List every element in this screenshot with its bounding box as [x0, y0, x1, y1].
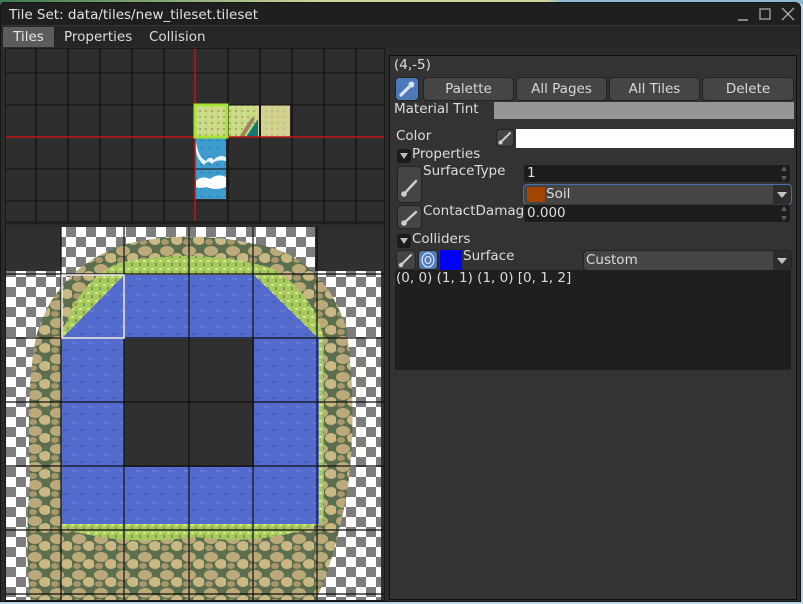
- palette-divider[interactable]: [6, 221, 385, 224]
- brush-icon: [401, 179, 418, 197]
- tile-inspector-panel: (4,-5) Palette All Pages All Tiles Delet…: [389, 55, 797, 600]
- surfacetype-label: SurfaceType: [423, 163, 506, 179]
- tile-palette-grid[interactable]: [6, 49, 385, 224]
- properties-section-label: Properties: [412, 146, 481, 162]
- eyedropper-icon: [399, 81, 415, 97]
- soil-color-swatch: [527, 187, 545, 202]
- all-pages-button[interactable]: All Pages: [516, 77, 607, 101]
- chevron-down-icon[interactable]: [773, 185, 791, 204]
- color-label: Color: [396, 128, 432, 144]
- palette-tiles: [194, 105, 290, 199]
- tile-collision-view[interactable]: [6, 227, 385, 601]
- tileset-window: Tile Set: data/tiles/new_tileset.tileset…: [0, 2, 801, 602]
- color-brush-button[interactable]: [496, 129, 514, 147]
- palette-button[interactable]: Palette: [423, 77, 514, 101]
- eyedropper-button[interactable]: [395, 77, 419, 101]
- all-tiles-button[interactable]: All Tiles: [609, 77, 700, 101]
- contactdamage-input[interactable]: 0.000: [523, 204, 791, 223]
- collider-brush-button[interactable]: [396, 250, 416, 270]
- material-tint-label: Material Tint: [394, 101, 479, 117]
- window-title: Tile Set: data/tiles/new_tileset.tileset: [9, 7, 258, 23]
- collider-shape-value: Custom: [586, 252, 638, 268]
- brush-icon: [498, 132, 511, 145]
- collider-name-label: Surface: [463, 248, 515, 264]
- title-bar[interactable]: Tile Set: data/tiles/new_tileset.tileset: [1, 3, 800, 26]
- chevron-down-icon[interactable]: [773, 251, 791, 270]
- palette-tile-water[interactable]: [195, 137, 226, 199]
- colliders-section-label: Colliders: [412, 231, 471, 247]
- collider-shape-icon: [421, 252, 435, 268]
- close-icon[interactable]: [780, 6, 796, 22]
- tab-collision[interactable]: Collision: [139, 27, 216, 47]
- surfacetype-dropdown-value: Soil: [546, 186, 571, 202]
- surfacetype-spinner[interactable]: [780, 166, 789, 181]
- collider-shape-dropdown[interactable]: Custom: [583, 250, 792, 271]
- tab-bar: Tiles Properties Collision: [1, 26, 800, 47]
- surfacetype-dropdown[interactable]: Soil: [523, 184, 792, 205]
- collider-shape-button[interactable]: [418, 250, 438, 270]
- collider-color-swatch[interactable]: [440, 250, 462, 271]
- properties-collapse-toggle[interactable]: [397, 149, 411, 163]
- collider-points-list[interactable]: (0, 0) (1, 1) (1, 0) [0, 1, 2]: [395, 270, 791, 370]
- surfacetype-value: 1: [527, 165, 536, 181]
- minimize-icon[interactable]: [735, 6, 751, 22]
- palette-tile-selected[interactable]: [194, 105, 226, 137]
- contactdamage-brush-button[interactable]: [397, 205, 422, 229]
- delete-button[interactable]: Delete: [702, 77, 794, 101]
- surfacetype-input[interactable]: 1: [523, 164, 791, 183]
- color-swatch[interactable]: [516, 129, 794, 148]
- collider-points-text: (0, 0) (1, 1) (1, 0) [0, 1, 2]: [396, 270, 572, 286]
- colliders-collapse-toggle[interactable]: [397, 234, 411, 248]
- material-tint-swatch[interactable]: [494, 102, 794, 119]
- tab-properties[interactable]: Properties: [54, 27, 142, 47]
- contactdamage-spinner[interactable]: [780, 206, 789, 221]
- contactdamage-label: ContactDamage: [423, 203, 533, 219]
- tab-tiles[interactable]: Tiles: [3, 27, 54, 47]
- tile-editor-pane: [5, 48, 385, 601]
- surfacetype-brush-button[interactable]: [397, 166, 422, 203]
- contactdamage-value: 0.000: [527, 205, 566, 221]
- brush-icon: [401, 210, 418, 226]
- maximize-icon[interactable]: [757, 6, 773, 22]
- palette-tile-texture: [262, 107, 286, 137]
- brush-icon: [398, 254, 412, 268]
- tile-coordinate-label: (4,-5): [394, 57, 431, 73]
